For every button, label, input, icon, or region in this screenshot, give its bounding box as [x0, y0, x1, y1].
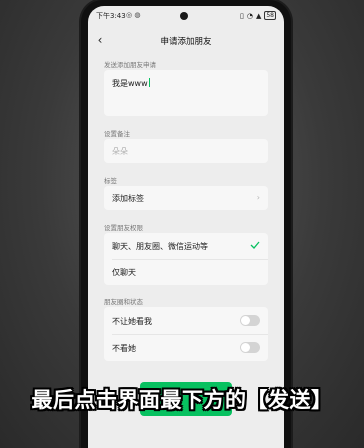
page-title: 申请添加朋友 [160, 37, 212, 47]
battery-icon: 58 [264, 11, 276, 20]
hide-my-moments-label: 不让她看我 [112, 317, 152, 326]
permissions-card: 聊天、朋友圈、微信运动等 仅聊天 [104, 233, 268, 285]
add-tag-label: 添加标签 [112, 194, 144, 203]
permission-option-all-label: 聊天、朋友圈、微信运动等 [112, 242, 208, 251]
request-label: 发送添加朋友申请 [104, 61, 156, 69]
status-icons: ▯ ◔ ▲ 58 [240, 11, 276, 20]
text-cursor [148, 78, 150, 87]
hide-my-moments-row: 不让她看我 [104, 307, 268, 334]
add-tag-row[interactable]: 添加标签 › [104, 186, 268, 210]
signal-icon: ▲ [255, 11, 262, 20]
vibrate-icon: ▯ [240, 11, 244, 20]
hide-her-moments-toggle[interactable] [240, 342, 260, 353]
permissions-label: 设置朋友权限 [104, 224, 143, 232]
permission-option-chat-only-label: 仅聊天 [112, 268, 136, 277]
moments-card: 不让她看我 不看她 [104, 307, 268, 361]
request-message-field[interactable]: 我是www [104, 70, 268, 116]
moments-label: 朋友圈和状态 [104, 298, 143, 306]
request-message-value: 我是www [112, 79, 148, 88]
hide-her-moments-label: 不看她 [112, 344, 136, 353]
phone-screen: 下午3:43 ◎ ◍ ▯ ◔ ▲ 58 ‹ 申请添加朋友 发送添加朋友申请 我是… [88, 6, 284, 448]
notification-icons: ◎ ◍ [126, 11, 141, 19]
nav-bar: ‹ 申请添加朋友 [88, 28, 284, 54]
tags-label: 标签 [104, 177, 117, 185]
checkmark-icon [250, 241, 260, 249]
status-time: 下午3:43 [96, 12, 126, 20]
video-caption: 最后点击界面最下方的【发送】 [31, 388, 333, 412]
hide-her-moments-row: 不看她 [104, 334, 268, 361]
remark-label: 设置备注 [104, 130, 130, 138]
wifi-icon: ◔ [246, 11, 253, 20]
remark-placeholder: 朵朵 [112, 147, 128, 156]
camera-hole [180, 12, 188, 20]
permission-option-all[interactable]: 聊天、朋友圈、微信运动等 [104, 233, 268, 259]
chevron-right-icon: › [256, 193, 260, 202]
request-message-text: 我是www [112, 78, 150, 89]
hide-my-moments-toggle[interactable] [240, 315, 260, 326]
remark-field[interactable]: 朵朵 [104, 139, 268, 163]
permission-option-chat-only[interactable]: 仅聊天 [104, 259, 268, 285]
status-bar: 下午3:43 ◎ ◍ ▯ ◔ ▲ 58 [88, 6, 284, 24]
